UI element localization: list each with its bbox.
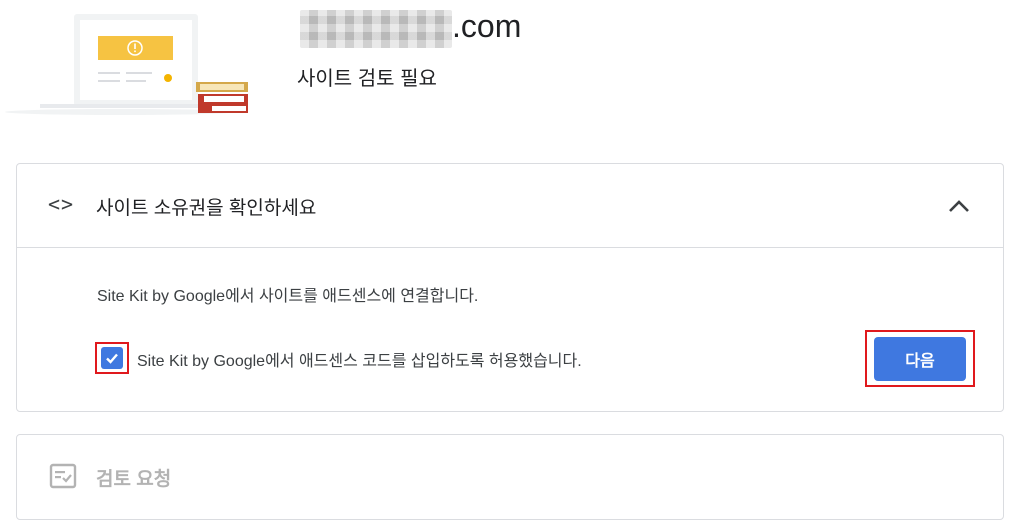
insert-code-checkbox-label[interactable]: Site Kit by Google에서 애드센스 코드를 삽입하도록 허용했습… [137,347,582,371]
next-button[interactable]: 다음 [874,336,966,381]
site-review-illustration [5,14,248,115]
next-button-highlight: 다음 [865,330,975,387]
insert-code-checkbox[interactable] [101,347,123,369]
checkmark-icon [106,353,118,364]
checkbox-highlight [95,342,129,374]
verify-ownership-card: <> 사이트 소유권을 확인하세요 Site Kit by Google에서 사… [16,163,1004,412]
verify-ownership-header[interactable]: <> 사이트 소유권을 확인하세요 [17,164,1003,248]
domain-suffix: .com [452,8,522,44]
request-review-card: 검토 요청 [16,434,1004,520]
domain-name-blurred [300,10,452,48]
request-review-title: 검토 요청 [96,469,172,490]
site-status: 사이트 검토 필요 [297,68,437,90]
verify-ownership-title: 사이트 소유권을 확인하세요 [96,198,317,219]
chevron-up-icon[interactable] [945,192,973,220]
code-icon: <> [48,192,75,216]
verify-ownership-description: Site Kit by Google에서 사이트를 애드센스에 연결합니다. [97,288,479,305]
review-icon [49,463,77,489]
